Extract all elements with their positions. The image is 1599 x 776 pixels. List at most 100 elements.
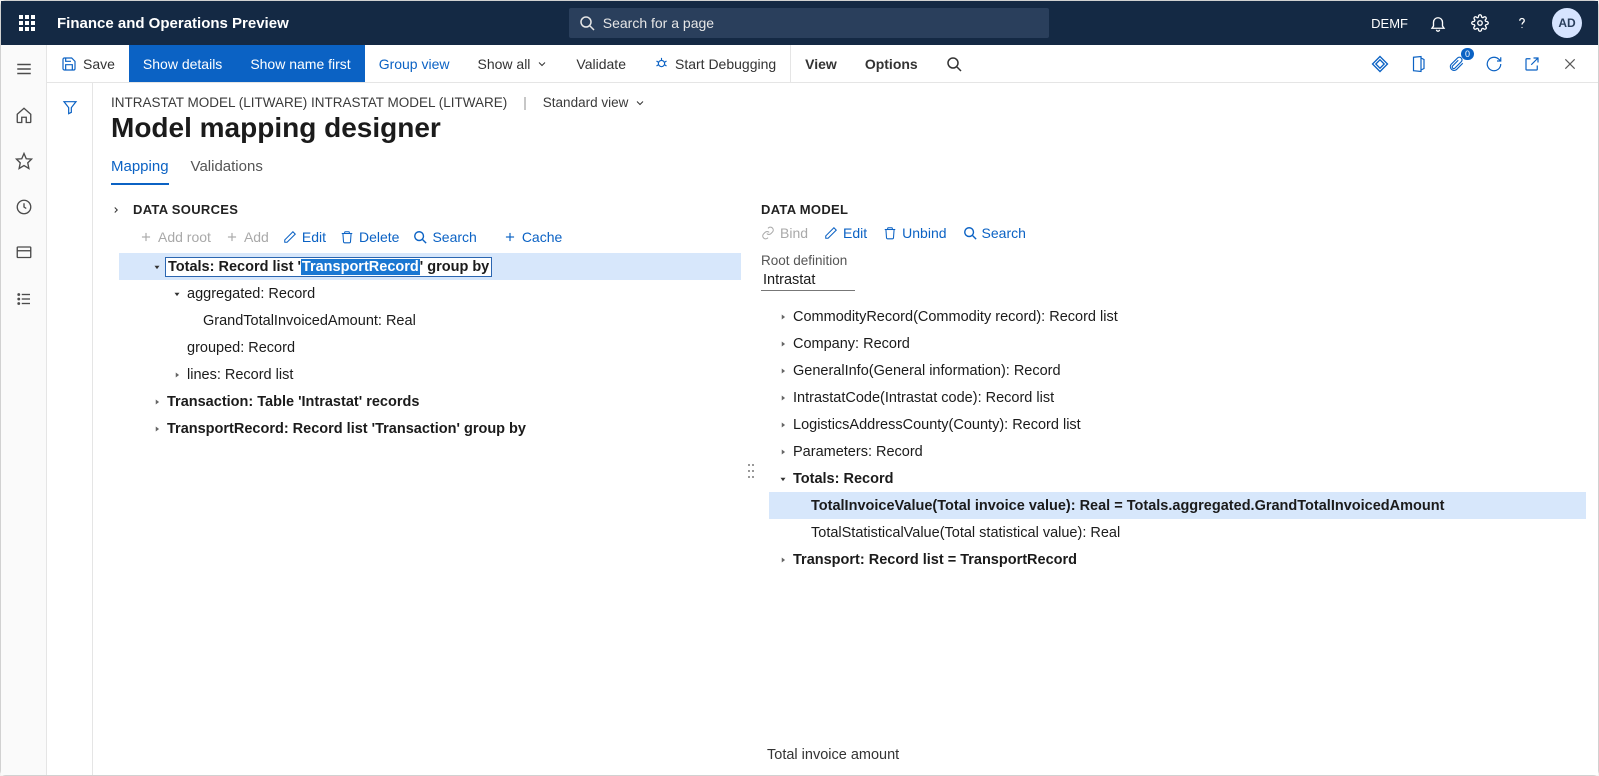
panel-splitter[interactable]: [741, 202, 761, 775]
search-placeholder: Search for a page: [603, 15, 714, 31]
tree-node-grouped[interactable]: grouped: Record: [119, 334, 741, 361]
dm-edit-button[interactable]: Edit: [824, 225, 867, 241]
bug-icon: [654, 56, 669, 71]
show-name-first-button[interactable]: Show name first: [236, 45, 364, 82]
breadcrumb: INTRASTAT MODEL (LITWARE) INTRASTAT MODE…: [111, 95, 507, 110]
dm-node-parameters[interactable]: Parameters: Record: [769, 438, 1586, 465]
refresh-icon: [1485, 55, 1503, 73]
root-definition-value[interactable]: Intrastat: [761, 270, 855, 291]
popout-button[interactable]: [1520, 52, 1544, 76]
recent-button[interactable]: [6, 189, 42, 225]
diamond-action-button[interactable]: [1368, 52, 1392, 76]
search-icon: [413, 230, 427, 244]
star-icon: [15, 152, 33, 170]
dm-node-generalinfo[interactable]: GeneralInfo(General information): Record: [769, 357, 1586, 384]
save-button[interactable]: Save: [47, 45, 129, 82]
chevron-right-icon: [778, 366, 788, 376]
close-button[interactable]: [1558, 52, 1582, 76]
breadcrumb-separator: |: [523, 95, 527, 110]
show-details-button[interactable]: Show details: [129, 45, 236, 82]
app-title: Finance and Operations Preview: [57, 15, 289, 32]
hamburger-button[interactable]: [6, 51, 42, 87]
grip-icon: [747, 462, 755, 482]
view-button[interactable]: View: [791, 45, 851, 82]
tab-validations[interactable]: Validations: [191, 158, 263, 185]
dm-node-totals[interactable]: Totals: Record: [769, 465, 1586, 492]
home-button[interactable]: [6, 97, 42, 133]
office-action-button[interactable]: [1406, 52, 1430, 76]
left-nav-rail: [1, 45, 47, 775]
favorites-button[interactable]: [6, 143, 42, 179]
bind-button: Bind: [761, 225, 808, 241]
search-ds-button[interactable]: Search: [413, 229, 476, 245]
chevron-right-icon: [111, 205, 121, 215]
footer-description: Total invoice amount: [761, 737, 1586, 775]
data-model-heading: DATA MODEL: [761, 202, 848, 217]
tree-node-transportrecord[interactable]: TransportRecord: Record list 'Transactio…: [119, 415, 741, 442]
view-selector[interactable]: Standard view: [543, 95, 647, 110]
tree-node-lines[interactable]: lines: Record list: [119, 361, 741, 388]
home-icon: [15, 106, 33, 124]
plus-icon: [503, 230, 517, 244]
data-model-tree: CommodityRecord(Commodity record): Recor…: [769, 303, 1586, 573]
search-icon: [579, 15, 595, 31]
modules-button[interactable]: [6, 281, 42, 317]
notifications-button[interactable]: [1426, 11, 1450, 35]
app-launcher-button[interactable]: [11, 15, 43, 31]
chevron-right-icon: [778, 447, 788, 457]
tree-node-aggregated[interactable]: aggregated: Record: [119, 280, 741, 307]
add-root-button: Add root: [139, 229, 211, 245]
help-button[interactable]: [1510, 11, 1534, 35]
start-debugging-label: Start Debugging: [675, 56, 776, 72]
pencil-icon: [824, 226, 838, 240]
chevron-right-icon: [778, 555, 788, 565]
search-icon: [963, 226, 977, 240]
clock-icon: [15, 198, 33, 216]
group-view-button[interactable]: Group view: [365, 45, 464, 82]
plus-icon: [139, 230, 153, 244]
global-search-input[interactable]: Search for a page: [569, 8, 1049, 38]
chevron-right-icon: [778, 420, 788, 430]
show-all-dropdown[interactable]: Show all: [464, 45, 563, 82]
user-avatar[interactable]: AD: [1552, 8, 1582, 38]
tab-mapping[interactable]: Mapping: [111, 158, 169, 185]
link-icon: [761, 226, 775, 240]
tree-node-grandtotal[interactable]: GrandTotalInvoicedAmount: Real: [119, 307, 741, 334]
tree-node-transaction[interactable]: Transaction: Table 'Intrastat' records: [119, 388, 741, 415]
edit-button[interactable]: Edit: [283, 229, 326, 245]
chevron-right-icon: [778, 339, 788, 349]
company-code[interactable]: DEMF: [1371, 16, 1408, 31]
refresh-button[interactable]: [1482, 52, 1506, 76]
validate-button[interactable]: Validate: [562, 45, 640, 82]
dm-node-intrastatcode[interactable]: IntrastatCode(Intrastat code): Record li…: [769, 384, 1586, 411]
dm-node-transport[interactable]: Transport: Record list = TransportRecord: [769, 546, 1586, 573]
unbind-button[interactable]: Unbind: [883, 225, 946, 241]
delete-button[interactable]: Delete: [340, 229, 399, 245]
settings-button[interactable]: [1468, 11, 1492, 35]
cache-button[interactable]: Cache: [503, 229, 562, 245]
dm-node-company[interactable]: Company: Record: [769, 330, 1586, 357]
action-bar: Save Show details Show name first Group …: [47, 45, 1598, 83]
actionbar-search-button[interactable]: [932, 45, 976, 82]
tree-node-totals[interactable]: Totals: Record list 'TransportRecord' gr…: [119, 253, 741, 280]
workspaces-button[interactable]: [6, 235, 42, 271]
filter-button[interactable]: [52, 89, 88, 125]
workspace-icon: [15, 244, 33, 262]
funnel-icon: [62, 99, 78, 115]
attachments-button[interactable]: 0: [1444, 52, 1468, 76]
start-debugging-button[interactable]: Start Debugging: [640, 45, 790, 82]
dm-search-button[interactable]: Search: [963, 225, 1026, 241]
top-nav-bar: Finance and Operations Preview Search fo…: [1, 1, 1598, 45]
dm-node-logistics[interactable]: LogisticsAddressCounty(County): Record l…: [769, 411, 1586, 438]
chevron-down-icon: [634, 97, 646, 109]
expand-collapse-data-sources[interactable]: [111, 205, 125, 215]
dm-node-commodity[interactable]: CommodityRecord(Commodity record): Recor…: [769, 303, 1586, 330]
trash-icon: [340, 230, 354, 244]
pencil-icon: [283, 230, 297, 244]
dm-node-totalinvoicevalue[interactable]: TotalInvoiceValue(Total invoice value): …: [769, 492, 1586, 519]
hamburger-icon: [15, 60, 33, 78]
diamond-icon: [1370, 54, 1390, 74]
options-button[interactable]: Options: [851, 45, 932, 82]
filter-column: [47, 83, 93, 775]
dm-node-totalstatistical[interactable]: TotalStatisticalValue(Total statistical …: [769, 519, 1586, 546]
